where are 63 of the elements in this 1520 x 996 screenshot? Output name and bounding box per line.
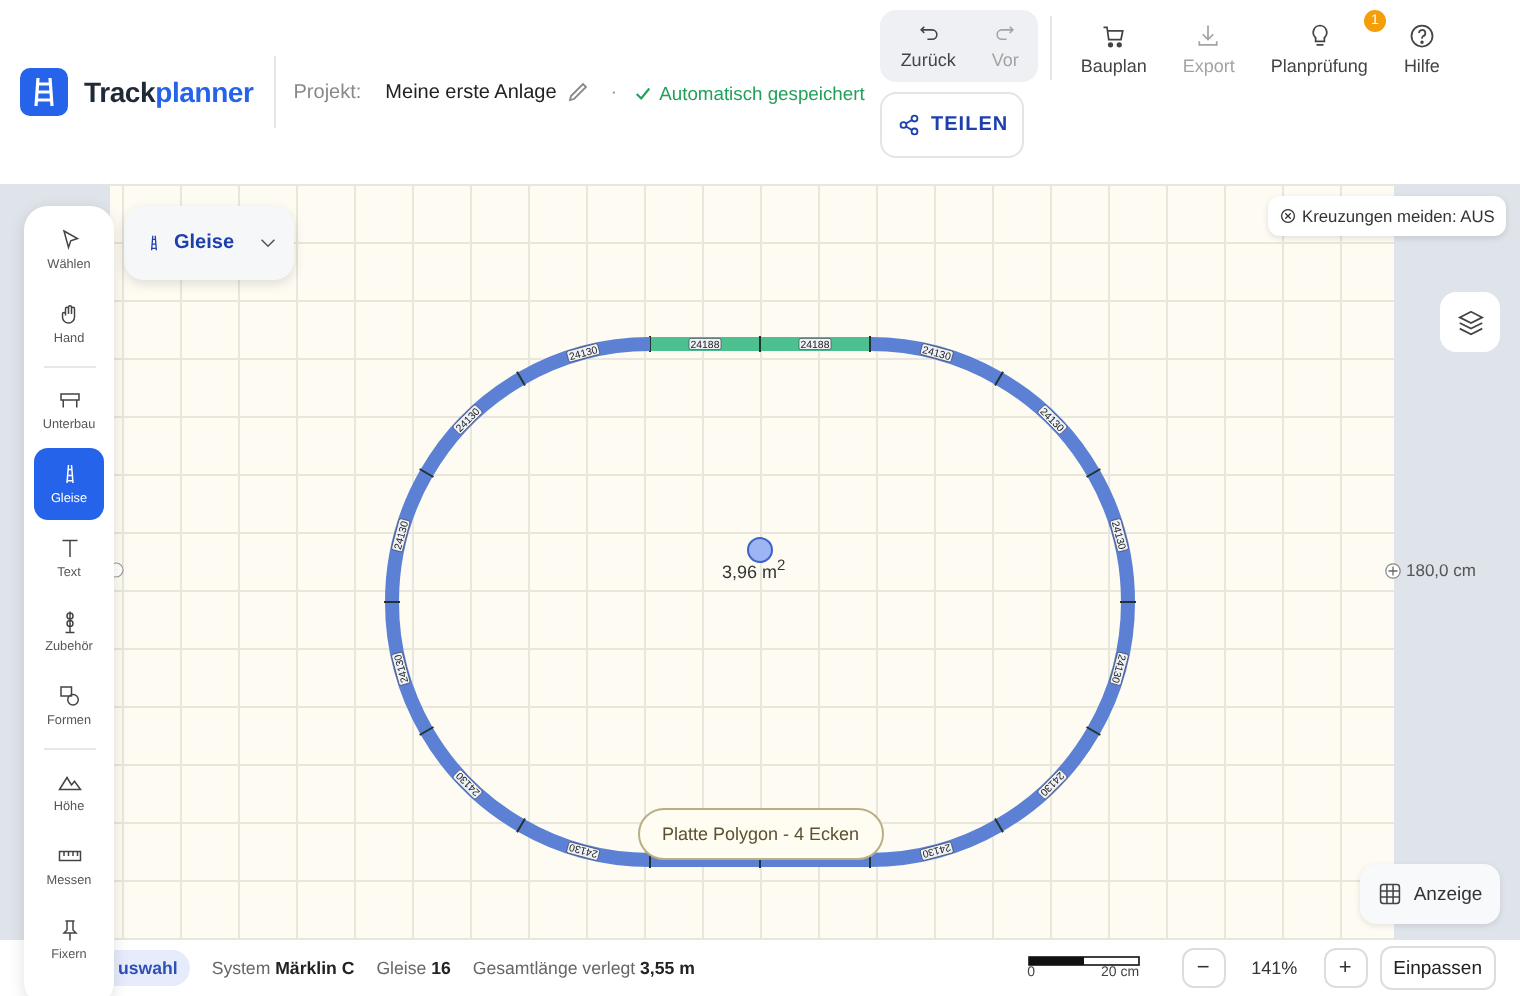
save-status: Automatisch gespeichert [659, 81, 865, 103]
history-button[interactable]: Zurück [888, 22, 968, 70]
selection-chip[interactable]: uswahl [114, 950, 190, 986]
track-piece[interactable] [420, 727, 526, 834]
track-piece[interactable] [649, 335, 760, 353]
display-button[interactable]: Anzeige [1360, 864, 1500, 924]
crossing-toggle[interactable]: Kreuzungen meiden: AUS [1268, 196, 1507, 236]
pin-icon [57, 918, 81, 942]
track-piece[interactable] [516, 337, 651, 387]
toolbar-action[interactable]: Hilfe [1387, 10, 1460, 76]
total-length: Gesamtlänge verlegt 3,55 m [472, 958, 695, 978]
layers-icon [1455, 307, 1485, 337]
track-piece[interactable] [994, 370, 1100, 477]
separator-dot: · [610, 81, 618, 103]
cart-icon [1099, 22, 1128, 50]
track-piece[interactable] [995, 726, 1102, 832]
track-piece[interactable] [385, 601, 435, 736]
center-handle[interactable] [747, 537, 773, 563]
track-piece[interactable] [517, 819, 651, 869]
track-piece[interactable] [418, 372, 525, 478]
track-piece[interactable] [869, 335, 1003, 385]
close-circle-icon [1280, 208, 1296, 224]
track-piece[interactable] [869, 817, 1004, 867]
track-piece[interactable] [1085, 468, 1135, 603]
zoom-level: 141% [1251, 958, 1298, 978]
track-icon [148, 232, 160, 254]
project-label: Projekt: [293, 81, 362, 103]
hand-icon [57, 302, 81, 326]
shapes-icon [57, 684, 81, 708]
layers-button[interactable] [1440, 292, 1500, 352]
app-logo-text: Trackplanner [84, 76, 254, 108]
project-name[interactable]: Meine erste Anlage [385, 81, 557, 103]
undo-icon [917, 22, 940, 44]
area-label: 3,96 m$^{2}$ [722, 556, 786, 582]
zoom-in-button[interactable]: + [1323, 948, 1368, 988]
track-piece[interactable] [383, 469, 433, 603]
shape-tooltip: Platte Polygon - 4 Ecken [638, 808, 884, 860]
zoom-out-button[interactable]: − [1181, 948, 1226, 988]
track-piece[interactable] [1087, 601, 1137, 735]
download-icon [1194, 22, 1223, 50]
crosshair-icon[interactable] [1384, 561, 1402, 579]
text-icon [57, 536, 81, 560]
redo-icon [994, 22, 1017, 44]
help-icon [1407, 22, 1436, 50]
track-piece[interactable] [760, 851, 871, 869]
track-piece[interactable] [759, 335, 870, 353]
chevron-down-icon [260, 238, 277, 248]
system-info: System Märklin C [211, 958, 355, 978]
share-icon [897, 114, 920, 136]
category-dropdown[interactable]: Gleise [124, 206, 294, 280]
scale-bar [1027, 956, 1140, 966]
pencil-icon[interactable] [566, 80, 591, 104]
logo-icon [20, 68, 68, 116]
width-measure: 180,0 cm [1406, 560, 1476, 580]
check-icon [633, 83, 652, 101]
share-button[interactable]: TEILEN [880, 92, 1025, 158]
fit-button[interactable]: Einpassen [1379, 946, 1496, 990]
bench-icon [57, 388, 81, 412]
pointer-icon [57, 228, 81, 252]
track-piece[interactable] [650, 851, 761, 869]
track-count: Gleise 16 [376, 958, 451, 978]
toolbar-action[interactable]: Bauplan [1064, 10, 1167, 76]
grid-icon [1377, 882, 1402, 906]
